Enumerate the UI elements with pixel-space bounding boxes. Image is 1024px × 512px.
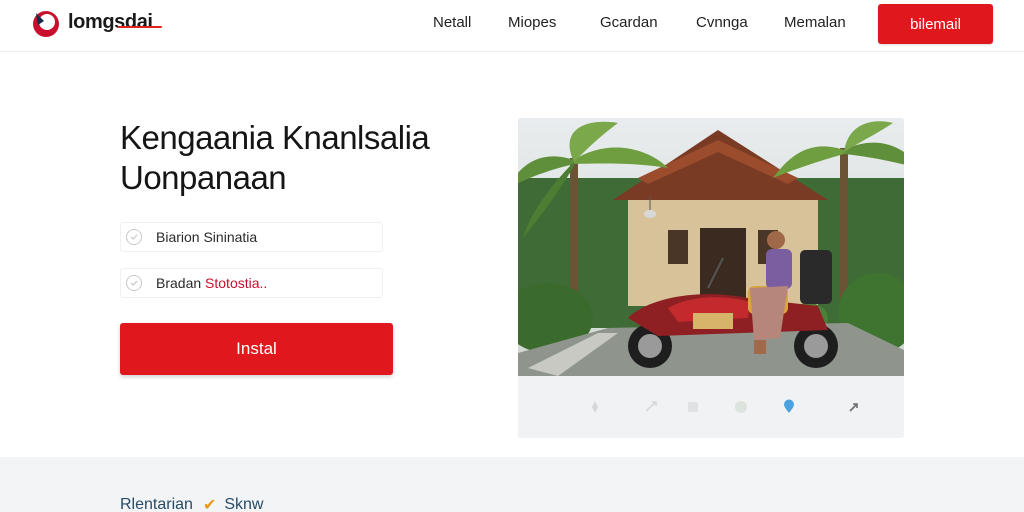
radio-icon[interactable] <box>126 275 142 291</box>
photo-card <box>518 118 904 438</box>
logo-mark-icon <box>33 11 59 37</box>
nav-item-netall[interactable]: Netall <box>433 14 471 34</box>
option-label: Bradan Stotostia.. <box>156 275 267 291</box>
install-button[interactable]: Instal <box>120 323 393 375</box>
nav-item-memalan[interactable]: Memalan <box>784 14 846 34</box>
option-bradan[interactable]: Bradan Stotostia.. <box>120 268 383 298</box>
nav-item-miopes[interactable]: Miopes <box>508 14 556 34</box>
footer-links: Rlentarian ✔ Sknw <box>120 495 263 512</box>
house-motorbike-photo <box>518 118 904 376</box>
circle-icon[interactable] <box>732 398 750 416</box>
nav-item-cvnnga[interactable]: Cvnnga <box>696 14 748 34</box>
hero-title: Kengaania Knanlsalia Uonpanaan <box>120 118 480 198</box>
option-label-accent: Stotostia.. <box>205 275 268 291</box>
check-icon: ✔ <box>202 497 217 512</box>
header-cta-button[interactable]: bilemail <box>878 4 993 44</box>
top-navigation-bar: lomgsdai Netall Miopes Gcardan Cvnnga Me… <box>0 0 1024 52</box>
option-label-prefix: Bradan <box>156 275 206 291</box>
footer-link-rlentarian[interactable]: Rlentarian <box>120 496 193 512</box>
radio-icon[interactable] <box>126 229 142 245</box>
brand-logo[interactable]: lomgsdai <box>30 7 153 39</box>
hero-title-line-1: Kengaania Knanlsalia <box>120 119 430 156</box>
location-icon[interactable] <box>780 398 798 416</box>
brand-underline <box>118 26 162 28</box>
pin-icon[interactable] <box>586 398 604 416</box>
share-icon[interactable] <box>642 398 660 416</box>
option-label: Biarion Sininatia <box>156 229 258 245</box>
photo-toolbar <box>518 376 904 438</box>
option-biarion[interactable]: Biarion Sininatia <box>120 222 383 252</box>
nav-item-gcardan[interactable]: Gcardan <box>600 14 658 34</box>
footer-link-sknw[interactable]: Sknw <box>224 496 263 512</box>
brand-name: lomgsdai <box>68 10 153 33</box>
expand-arrow-icon[interactable] <box>846 398 864 416</box>
hero-title-line-2: Uonpanaan <box>120 159 287 196</box>
grid-icon[interactable] <box>684 398 702 416</box>
